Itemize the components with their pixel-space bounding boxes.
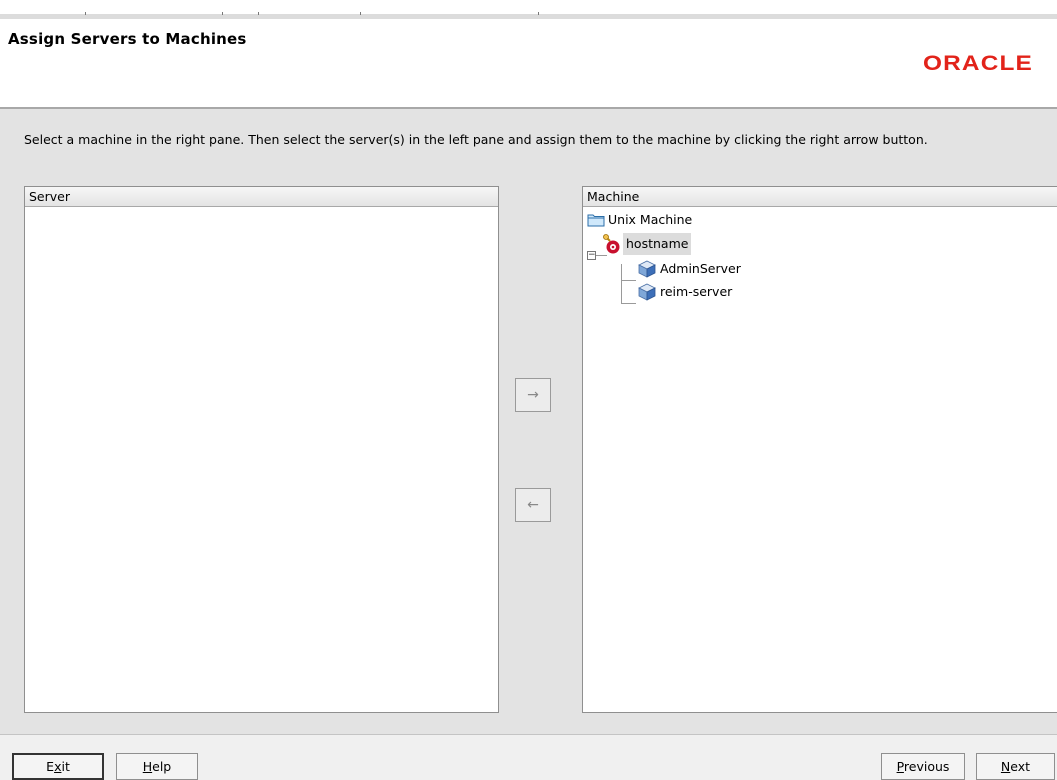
server-list[interactable] [25, 207, 498, 712]
top-strip-tick [258, 12, 259, 15]
top-strip-tick [360, 12, 361, 15]
top-strip [0, 0, 1057, 24]
tree-node-reim-server[interactable]: reim-server [637, 281, 735, 303]
oracle-logo-graphic: ORACLE [923, 52, 1033, 75]
top-strip-line [0, 14, 1057, 19]
tree-node-unix-machine[interactable]: Unix Machine [587, 209, 695, 231]
exit-button[interactable]: Exit [12, 753, 104, 780]
arrow-right-icon: → [527, 387, 539, 403]
machine-icon [603, 234, 620, 254]
help-label-end: elp [152, 759, 172, 774]
svg-text:ORACLE: ORACLE [923, 52, 1033, 74]
page-title: Assign Servers to Machines [8, 30, 247, 48]
collapse-toggle-icon[interactable]: − [587, 251, 596, 260]
top-strip-tick [222, 12, 223, 15]
machine-pane[interactable]: Machine Unix Machine − hostname AdminSer… [582, 186, 1057, 713]
tree-node-label: AdminServer [660, 261, 741, 276]
tree-node-label: Unix Machine [608, 212, 693, 227]
exit-label-start: E [46, 759, 55, 774]
top-strip-tick [85, 12, 86, 15]
oracle-logo: ORACLE [923, 50, 1043, 78]
previous-button[interactable]: Previous [881, 753, 965, 780]
previous-mnemonic: P [896, 759, 904, 774]
content-area: Select a machine in the right pane. Then… [0, 109, 1057, 734]
tree-connector [621, 280, 636, 281]
assign-right-button[interactable]: → [515, 378, 551, 412]
help-mnemonic: H [142, 759, 153, 774]
tree-connector [621, 264, 622, 304]
top-strip-tick [538, 12, 539, 15]
footer-bar: Exit Help Previous Next [0, 735, 1057, 780]
help-button[interactable]: Help [116, 753, 198, 780]
machine-tree: Unix Machine − hostname AdminServer reim… [583, 207, 1057, 707]
server-pane[interactable]: Server [24, 186, 499, 713]
next-button[interactable]: Next [976, 753, 1055, 780]
server-icon [638, 283, 656, 301]
folder-icon [587, 214, 605, 227]
previous-label-end: revious [903, 759, 950, 774]
tree-node-hostname[interactable]: hostname [601, 233, 692, 255]
tree-connector [621, 303, 636, 304]
machine-pane-header: Machine [583, 187, 1057, 207]
exit-label-end: it [61, 759, 70, 774]
unassign-left-button[interactable]: ← [515, 488, 551, 522]
tree-node-label: hostname [623, 233, 692, 255]
next-mnemonic: N [1000, 759, 1011, 774]
tree-node-adminserver[interactable]: AdminServer [637, 258, 744, 280]
server-pane-header: Server [25, 187, 498, 207]
tree-node-label: reim-server [660, 284, 733, 299]
server-icon [638, 260, 656, 278]
next-label-end: ext [1010, 759, 1031, 774]
tree-connector [596, 255, 607, 256]
arrow-left-icon: ← [527, 497, 539, 513]
instruction-text: Select a machine in the right pane. Then… [24, 132, 928, 147]
